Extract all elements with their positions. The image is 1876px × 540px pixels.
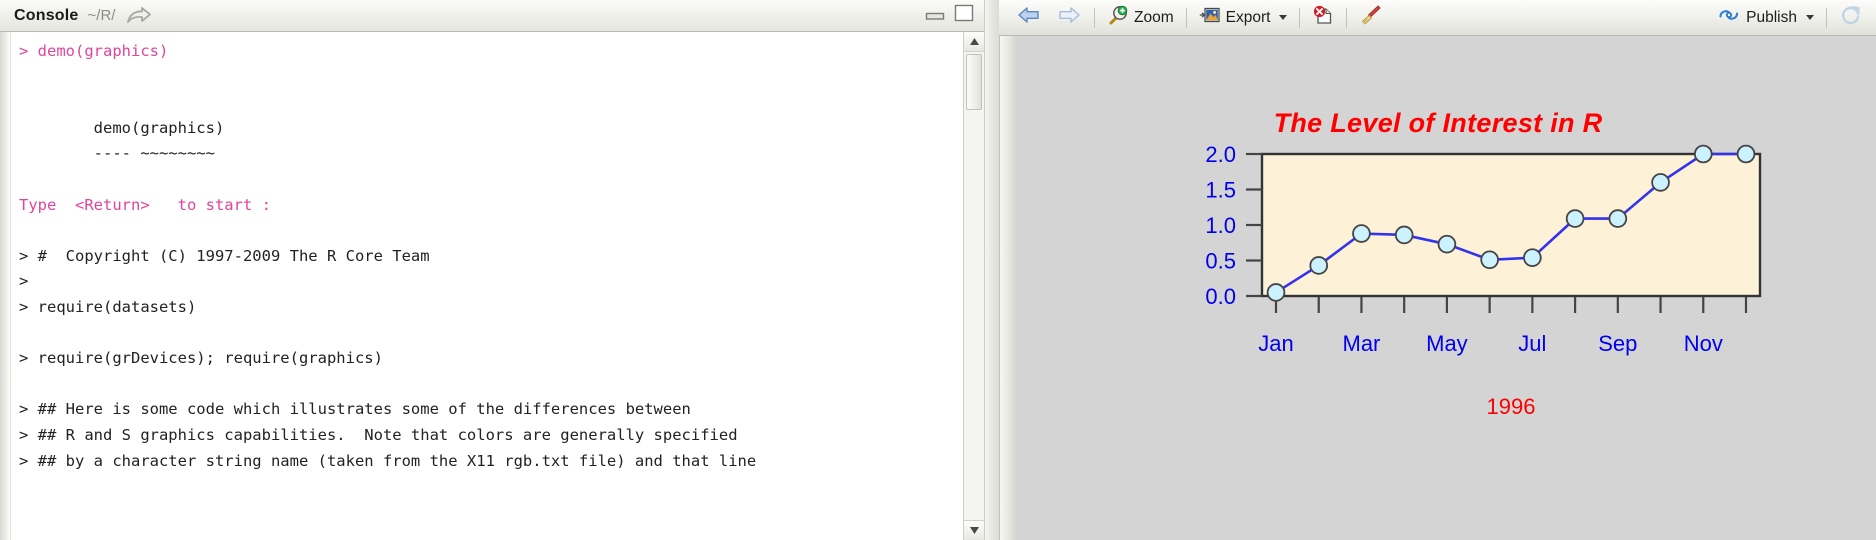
console-pane: Console ~/R/ > demo(graphics) demo(graph…: [0, 0, 984, 540]
refresh-plot-button[interactable]: [1832, 5, 1870, 31]
broom-icon: [1359, 4, 1383, 31]
publish-label: Publish: [1746, 8, 1797, 26]
x-axis-label: 1996: [1487, 394, 1536, 419]
console-header: Console ~/R/: [0, 0, 984, 32]
refresh-icon: [1839, 4, 1863, 31]
plot-output-area[interactable]: The Level of Interest in R 2.0 1.5 1.0 0.5 0…: [999, 36, 1876, 540]
plot-svg: 2.0 1.5 1.0 0.5 0.0 Jan Mar May Jul Sep Nov 1996: [1205, 142, 1762, 419]
data-point: [1394, 225, 1414, 245]
pane-divider[interactable]: [984, 0, 999, 540]
plot-forward-button[interactable]: [1049, 5, 1089, 31]
toolbar-separator: [1346, 7, 1348, 28]
console-scrollbar[interactable]: [963, 32, 984, 540]
console-gutter: [0, 32, 11, 540]
export-image-icon: [1199, 5, 1221, 30]
remove-plot-icon: [1312, 5, 1334, 31]
x-axis-tick-label: Jan: [1258, 331, 1293, 356]
export-label: Export: [1225, 8, 1271, 26]
rstudio-window: Console ~/R/ > demo(graphics) demo(graph…: [0, 0, 1876, 540]
x-axis-tick-label: Jul: [1518, 331, 1546, 356]
x-axis-tick-label: Mar: [1343, 331, 1381, 356]
minimize-icon[interactable]: [925, 5, 945, 26]
toolbar-separator: [1185, 7, 1187, 28]
toolbar-separator: [1094, 7, 1095, 28]
magnifier-plus-icon: [1107, 4, 1129, 31]
y-axis-tick-label: 1.5: [1205, 178, 1236, 203]
console-title: Console: [14, 6, 79, 24]
y-axis-tick-label: 1.0: [1205, 213, 1236, 238]
scroll-up-arrow-icon[interactable]: [964, 32, 984, 52]
plots-pane: Zoom Export Publish The Level of Interes…: [999, 0, 1876, 540]
maximize-icon[interactable]: [954, 4, 974, 27]
data-point: [1608, 209, 1628, 228]
y-axis-tick-label: 2.0: [1205, 142, 1236, 167]
y-axis-tick-label: 0.0: [1205, 284, 1236, 309]
plots-toolbar: Zoom Export Publish: [999, 0, 1876, 36]
share-arrow-icon[interactable]: [126, 6, 152, 26]
console-line: >: [19, 272, 29, 291]
console-line: Type <Return> to start :: [19, 195, 281, 214]
data-point: [1523, 248, 1542, 267]
data-point: [1309, 256, 1329, 275]
data-point: [1437, 234, 1457, 254]
clear-all-plots-button[interactable]: [1352, 5, 1390, 31]
toolbar-separator: [1826, 7, 1827, 28]
console-line: ---- ~~~~~~~~: [19, 144, 215, 163]
console-line: demo(graphics): [19, 118, 225, 137]
x-axis-tick-label: Sep: [1598, 331, 1637, 356]
data-point: [1480, 250, 1499, 270]
data-point: [1693, 144, 1713, 164]
x-axis-tick-label: Nov: [1684, 331, 1723, 356]
x-axis-tick-label: May: [1426, 331, 1468, 356]
right-arrow-icon: [1056, 5, 1082, 30]
console-working-directory: ~/R/: [87, 7, 116, 24]
export-button[interactable]: Export: [1192, 5, 1295, 31]
remove-plot-button[interactable]: [1305, 5, 1341, 31]
zoom-button[interactable]: Zoom: [1100, 5, 1181, 31]
console-line: > require(grDevices); require(graphics): [19, 349, 383, 368]
scrollbar-track[interactable]: [964, 52, 984, 520]
window-controls: [925, 4, 974, 27]
chevron-down-icon: [1806, 15, 1814, 20]
toolbar-separator: [1299, 7, 1301, 28]
publish-icon: [1717, 5, 1741, 30]
chevron-down-icon: [1279, 15, 1288, 20]
zoom-label: Zoom: [1134, 8, 1174, 26]
y-axis-tick-label: 0.5: [1205, 249, 1236, 274]
console-output[interactable]: > demo(graphics) demo(graphics) ---- ~~~…: [11, 32, 963, 540]
console-line: > demo(graphics): [19, 42, 169, 60]
console-line: > ## R and S graphics capabilities. Note…: [19, 425, 738, 444]
scrollbar-thumb[interactable]: [966, 54, 982, 110]
plot-back-button[interactable]: [1009, 5, 1049, 31]
plot-panel-background: [1262, 154, 1760, 296]
data-point: [1651, 173, 1670, 192]
scroll-down-arrow-icon[interactable]: [964, 520, 984, 540]
data-point: [1565, 209, 1585, 228]
plot-chart: 2.0 1.5 1.0 0.5 0.0 Jan Mar May Jul Sep Nov 1996: [1000, 36, 1876, 540]
publish-button[interactable]: Publish: [1710, 5, 1821, 31]
console-line: > ## Here is some code which illustrates…: [19, 400, 691, 419]
data-point: [1736, 144, 1756, 164]
console-body: > demo(graphics) demo(graphics) ---- ~~~…: [0, 32, 984, 540]
console-line: > require(datasets): [19, 297, 197, 316]
console-line: > ## by a character string name (taken f…: [19, 451, 757, 470]
console-line: > # Copyright (C) 1997-2009 The R Core T…: [19, 246, 430, 265]
data-point: [1266, 283, 1286, 302]
left-arrow-icon: [1016, 5, 1042, 30]
data-point: [1352, 224, 1371, 243]
